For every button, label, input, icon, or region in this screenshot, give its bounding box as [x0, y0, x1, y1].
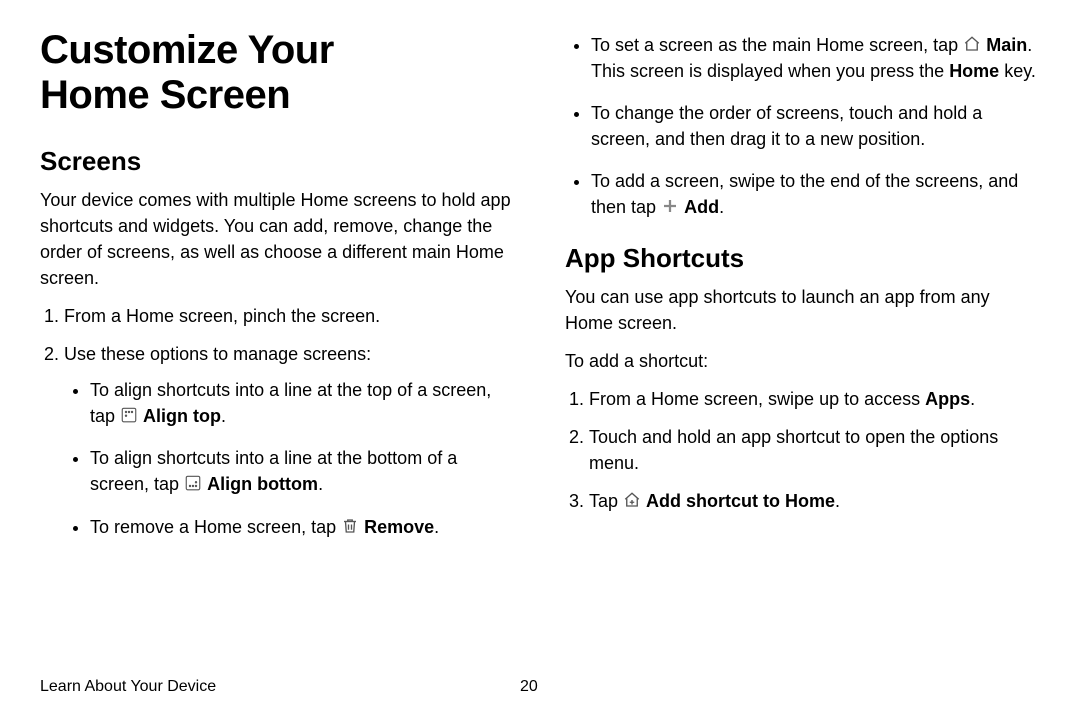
option-reorder: To change the order of screens, touch an… — [591, 100, 1040, 152]
screens-heading: Screens — [40, 146, 515, 177]
shortcut-step-1: From a Home screen, swipe up to access A… — [589, 386, 1040, 412]
option-main-homekey: Home — [949, 61, 999, 81]
align-top-icon — [120, 406, 138, 424]
option-main: To set a screen as the main Home screen,… — [591, 32, 1040, 84]
page-footer: Learn About Your Device 20 — [40, 678, 1040, 696]
shortcut-step3-pre: Tap — [589, 491, 623, 511]
right-column: To set a screen as the main Home screen,… — [565, 28, 1040, 556]
trash-icon — [341, 517, 359, 535]
screens-options-list: To align shortcuts into a line at the to… — [64, 377, 515, 539]
shortcut-step3-label: Add shortcut to Home — [646, 491, 835, 511]
home-plus-icon — [623, 491, 641, 509]
screens-options-continued: To set a screen as the main Home screen,… — [565, 32, 1040, 221]
page-title: Customize Your Home Screen — [40, 28, 515, 118]
option-add-label: Add — [684, 197, 719, 217]
option-remove-label: Remove — [364, 517, 434, 537]
shortcut-step-3: Tap Add shortcut to Home. — [589, 488, 1040, 514]
screens-steps: From a Home screen, pinch the screen. Us… — [40, 303, 515, 540]
screens-step-2-text: Use these options to manage screens: — [64, 344, 371, 364]
footer-section: Learn About Your Device — [40, 678, 216, 696]
option-align-top-label: Align top — [143, 406, 221, 426]
screens-intro: Your device comes with multiple Home scr… — [40, 187, 515, 291]
option-align-bottom-label: Align bottom — [207, 474, 318, 494]
page-title-line1: Customize Your — [40, 28, 334, 72]
option-main-pre: To set a screen as the main Home screen,… — [591, 35, 963, 55]
page-title-line2: Home Screen — [40, 73, 290, 117]
app-shortcuts-lead: To add a shortcut: — [565, 348, 1040, 374]
option-main-label: Main — [986, 35, 1027, 55]
app-shortcuts-intro: You can use app shortcuts to launch an a… — [565, 284, 1040, 336]
shortcut-step1-text: From a Home screen, swipe up to access — [589, 389, 925, 409]
plus-icon — [661, 197, 679, 215]
option-remove: To remove a Home screen, tap Remove. — [90, 514, 515, 540]
option-align-bottom: To align shortcuts into a line at the bo… — [90, 445, 515, 497]
shortcut-step-2: Touch and hold an app shortcut to open t… — [589, 424, 1040, 476]
home-icon — [963, 35, 981, 53]
option-remove-text: To remove a Home screen, tap — [90, 517, 341, 537]
option-align-top: To align shortcuts into a line at the to… — [90, 377, 515, 429]
option-add-screen: To add a screen, swipe to the end of the… — [591, 168, 1040, 220]
app-shortcuts-steps: From a Home screen, swipe up to access A… — [565, 386, 1040, 514]
screens-step-1: From a Home screen, pinch the screen. — [64, 303, 515, 329]
option-add-pre: To add a screen, swipe to the end of the… — [591, 171, 1018, 217]
align-bottom-icon — [184, 474, 202, 492]
shortcut-step1-apps: Apps — [925, 389, 970, 409]
screens-step-2: Use these options to manage screens: To … — [64, 341, 515, 540]
option-main-end: key. — [999, 61, 1036, 81]
left-column: Customize Your Home Screen Screens Your … — [40, 28, 515, 556]
footer-page-number: 20 — [520, 678, 538, 696]
app-shortcuts-heading: App Shortcuts — [565, 243, 1040, 274]
